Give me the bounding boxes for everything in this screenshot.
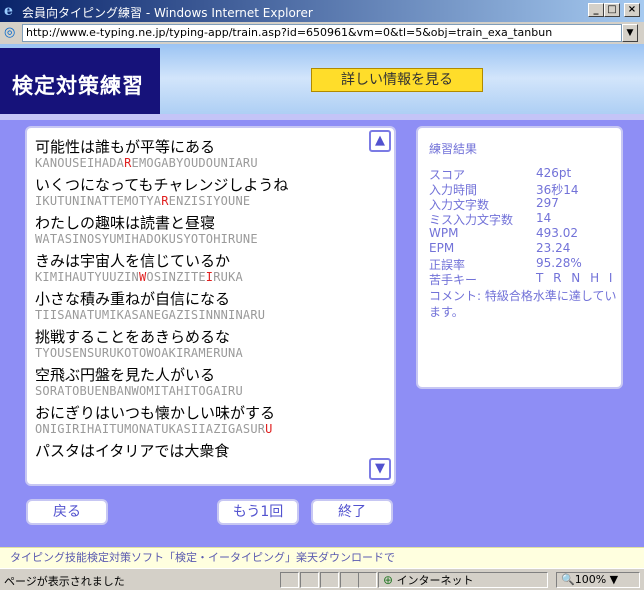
page-header: 検定対策練習 詳しい情報を見る [0,44,644,120]
result-value: 95.28% [536,256,582,270]
result-value: 426pt [536,166,572,180]
minimize-button[interactable]: _ [588,3,604,17]
address-bar: ◎ http://www.e-typing.ne.jp/typing-app/t… [0,22,644,44]
practice-line-romaji: KIMIHAUTYUUZINWOSINZITEIRUKA [35,270,243,284]
retry-button[interactable]: もう1回 [217,499,299,525]
status-panel [320,572,339,588]
status-panel [280,572,299,588]
result-label: EPM [429,241,455,255]
result-title: 練習結果 [429,142,478,156]
back-button[interactable]: 戻る [26,499,108,525]
globe-icon: ⊕ [383,573,394,587]
scroll-down-icon[interactable]: ▼ [369,458,391,480]
result-label: 苦手キー [429,273,478,287]
status-panel [300,572,319,588]
logo: 検定対策練習 [0,48,160,114]
practice-line-jp: いくつになってもチャレンジしようね [35,176,289,194]
security-zone: ⊕ インターネット [378,572,548,588]
result-value: 23.24 [536,241,571,255]
header-divider [0,114,644,120]
practice-line-jp: わたしの趣味は読書と昼寝 [35,214,216,232]
practice-line-romaji: TIISANATUMIKASANEGAZISINNNINARU [35,308,266,322]
status-text: ページが表示されました [4,575,125,588]
window-title: 会員向タイピング練習 - Windows Internet Explorer [22,6,313,20]
practice-line-jp: 空飛ぶ円盤を見た人がいる [35,366,216,384]
zoom-control[interactable]: 🔍100% ▼ [556,572,640,588]
result-panel: 練習結果 スコア 426pt 入力時間 36秒14 入力文字数 297 ミス入力… [416,126,623,389]
practice-line-jp: おにぎりはいつも懐かしい味がする [35,404,276,422]
zone-label: インターネット [396,574,474,587]
status-bar: ページが表示されました ⊕ インターネット 🔍100% ▼ [0,568,644,590]
status-panel [358,572,377,588]
practice-scrollbar[interactable]: ▲ ▼ [366,126,394,486]
scroll-up-icon[interactable]: ▲ [369,130,391,152]
result-label: WPM [429,226,459,240]
ie-icon: e [4,3,13,19]
page-icon: ◎ [4,25,16,40]
zoom-icon: 🔍 [561,573,575,586]
maximize-button[interactable]: □ [604,3,620,17]
practice-text-panel: 可能性は誰もが平等にある KANOUSEIHADAREMOGABYOUDOUNI… [25,126,396,486]
result-value: 493.02 [536,226,578,240]
zoom-level: 100% [574,573,607,586]
address-dropdown-button[interactable]: ▼ [622,24,638,42]
end-button[interactable]: 終了 [311,499,393,525]
status-panel [340,572,359,588]
practice-line-romaji: TYOUSENSURUKOTOWOAKIRAMERUNA [35,346,243,360]
practice-line-romaji: IKUTUNINATTEMOTYARENZISIYOUNE [35,194,251,208]
practice-line-romaji: ONIGIRIHAITUMONATUKASIIAZIGASURU [35,422,273,436]
practice-line-romaji: KANOUSEIHADAREMOGABYOUDOUNIARU [35,156,258,170]
practice-line-jp: 挑戦することをあきらめるな [35,328,231,346]
page-content: 検定対策練習 詳しい情報を見る 可能性は誰もが平等にある KANOUSEIHAD… [0,44,644,568]
result-value: 14 [536,211,552,225]
logo-text: 検定対策練習 [12,74,144,98]
window-titlebar: e 会員向タイピング練習 - Windows Internet Explorer… [0,0,644,22]
practice-line-jp: きみは宇宙人を信じているか [35,252,231,270]
address-field[interactable]: http://www.e-typing.ne.jp/typing-app/tra… [22,24,622,42]
close-button[interactable]: × [624,3,640,17]
result-comment: コメント: 特級合格水準に達しています。 [429,289,617,319]
practice-line-romaji: WATASINOSYUMIHADOKUSYOTOHIRUNE [35,232,258,246]
practice-line-jp: 可能性は誰もが平等にある [35,138,216,156]
practice-line-romaji: SORATOBUENBANWOMITAHITOGAIRU [35,384,243,398]
result-value: 297 [536,196,559,210]
footer-ad-link[interactable]: タイピング技能検定対策ソフト「検定・イータイピング」楽天ダウンロードで [0,547,644,568]
practice-line-jp: パスタはイタリアでは大衆食 [35,442,230,460]
more-info-button[interactable]: 詳しい情報を見る [311,68,483,92]
practice-line-jp: 小さな積み重ねが自信になる [35,290,231,308]
result-value: T R N H I [536,271,616,285]
